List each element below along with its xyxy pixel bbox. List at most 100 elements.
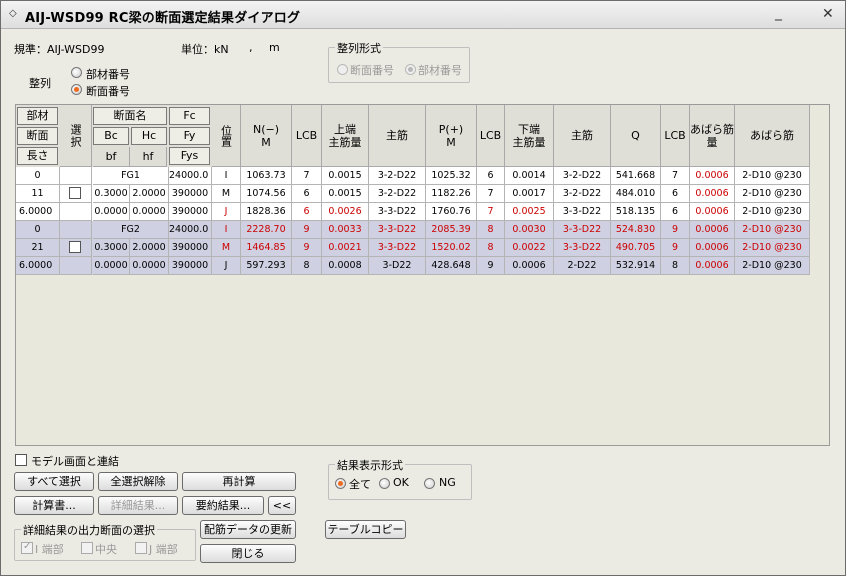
- update-rebar-button[interactable]: 配筋データの更新: [200, 520, 296, 539]
- result-cell-p: 1760.76: [426, 203, 477, 221]
- result-cell-sb: 2-D10 @230: [735, 203, 810, 221]
- result-cell-pos: M: [212, 185, 241, 203]
- unit-separator: ,: [249, 41, 253, 54]
- select-cell: [60, 185, 92, 203]
- result-all-radio[interactable]: [335, 478, 346, 489]
- result-cell-n: 1063.73: [241, 167, 292, 185]
- result-cell-ba: 0.0030: [505, 221, 554, 239]
- minimize-icon[interactable]: _: [775, 5, 782, 21]
- result-cell-ta: 0.0026: [322, 203, 369, 221]
- detail-result-button[interactable]: 詳細結果...: [98, 496, 178, 515]
- table-row[interactable]: 6.0000 0.0000 0.0000 390000 J 597.293 8 0.0008 3…: [16, 257, 810, 275]
- format-section-radio[interactable]: [337, 64, 348, 75]
- fc-cell: 24000.0: [169, 167, 212, 185]
- deselect-all-button[interactable]: 全選択解除: [98, 472, 178, 491]
- checkmark-icon: ✓: [23, 541, 32, 552]
- result-cell-lcb1: 6: [292, 185, 322, 203]
- table-row[interactable]: 21 0.3000 2.0000 390000 M 1464.85 9 0.0021 3-3-D…: [16, 239, 810, 257]
- result-cell-pos: J: [212, 257, 241, 275]
- table-row[interactable]: 11 0.3000 2.0000 390000 M 1074.56 6 0.0015 3-2-D…: [16, 185, 810, 203]
- table-row[interactable]: 6.0000 0.0000 0.0000 390000 J 1828.36 6 0.0026 3…: [16, 203, 810, 221]
- fy-cell: 390000: [169, 239, 212, 257]
- header-bf: bf: [93, 147, 130, 167]
- close-icon[interactable]: ✕: [822, 6, 834, 22]
- result-cell-ba: 0.0017: [505, 185, 554, 203]
- sort-section-radio[interactable]: [71, 84, 82, 95]
- header-fc: Fc: [169, 107, 210, 125]
- collapse-button[interactable]: <<: [268, 496, 296, 515]
- link-model-label: モデル画面と連結: [31, 455, 119, 468]
- bc-cell: 0.3000: [93, 185, 130, 203]
- header-member: 部材: [17, 107, 58, 125]
- result-cell-p: 2085.39: [426, 221, 477, 239]
- header-p-plus-2: M: [446, 135, 456, 149]
- table-copy-button[interactable]: テーブルコピー: [325, 520, 406, 539]
- select-all-button[interactable]: すべて選択: [14, 472, 94, 491]
- result-cell-lcb1: 7: [292, 167, 322, 185]
- window-title: AIJ-WSD99 RC梁の断面選定結果ダイアログ: [25, 11, 301, 26]
- result-cell-lcb3: 7: [661, 167, 690, 185]
- header-p-plus-1: P(+): [438, 122, 464, 136]
- result-cell-pos: J: [212, 203, 241, 221]
- header-lcb-3: LCB: [661, 105, 690, 167]
- select-cell: [60, 203, 92, 221]
- header-select-text: 選択: [69, 123, 82, 148]
- header-top-1: 上端: [334, 122, 356, 136]
- result-ok-radio[interactable]: [379, 478, 390, 489]
- summary-result-button[interactable]: 要約結果...: [182, 496, 264, 515]
- table-row[interactable]: 0 FG2 24000.0 I 2228.70 9 0.0033 3-3-D22 2085.39…: [16, 221, 810, 239]
- result-cell-sb: 2-D10 @230: [735, 239, 810, 257]
- result-cell-sa: 0.0006: [690, 221, 735, 239]
- header-bottom-rebar: 主筋: [554, 105, 611, 167]
- result-cell-lcb1: 6: [292, 203, 322, 221]
- row-select-checkbox[interactable]: [69, 241, 81, 253]
- i-end-label: I 端部: [35, 543, 64, 556]
- header-bc: Bc: [93, 127, 129, 145]
- select-cell: [60, 239, 92, 257]
- recalculate-button[interactable]: 再計算: [182, 472, 296, 491]
- header-top-ratio: 上端 主筋量: [322, 105, 369, 167]
- member-cell: 0: [16, 221, 60, 239]
- result-cell-sa: 0.0006: [690, 185, 735, 203]
- link-model-checkbox[interactable]: [15, 454, 27, 466]
- sort-member-radio[interactable]: [71, 67, 82, 78]
- result-cell-ba: 0.0022: [505, 239, 554, 257]
- member-cell: 6.0000: [16, 257, 60, 275]
- center-checkbox[interactable]: [81, 542, 93, 554]
- fy-cell: 390000: [169, 185, 212, 203]
- select-cell: [60, 257, 92, 275]
- result-cell-lcb1: 9: [292, 239, 322, 257]
- result-cell-sb: 2-D10 @230: [735, 185, 810, 203]
- title-bar: ◇ AIJ-WSD99 RC梁の断面選定結果ダイアログ _ ✕: [1, 1, 845, 29]
- result-cell-lcb3: 6: [661, 203, 690, 221]
- member-cell: 11: [16, 185, 60, 203]
- header-fys: Fys: [169, 147, 210, 165]
- result-cell-sb: 2-D10 @230: [735, 167, 810, 185]
- result-cell-tm: 3-2-D22: [369, 167, 426, 185]
- result-cell-n: 1464.85: [241, 239, 292, 257]
- result-cell-sb: 2-D10 @230: [735, 221, 810, 239]
- header-position-text: 位置: [219, 124, 233, 147]
- format-member-radio[interactable]: [405, 64, 416, 75]
- window-menu-icon[interactable]: ◇: [9, 8, 17, 19]
- result-cell-q: 490.705: [611, 239, 661, 257]
- i-end-checkbox[interactable]: ✓: [21, 541, 33, 554]
- result-cell-lcb1: 8: [292, 257, 322, 275]
- header-top-2: 主筋量: [328, 135, 362, 149]
- close-button[interactable]: 閉じる: [200, 544, 296, 563]
- header-select: 選択: [60, 105, 92, 167]
- table-row[interactable]: 0 FG1 24000.0 I 1063.73 7 0.0015 3-2-D22 1025.32…: [16, 167, 810, 185]
- result-cell-q: 484.010: [611, 185, 661, 203]
- result-cell-n: 597.293: [241, 257, 292, 275]
- result-ng-radio[interactable]: [424, 478, 435, 489]
- result-cell-tm: 3-3-D22: [369, 239, 426, 257]
- header-lcb-2: LCB: [477, 105, 505, 167]
- center-label: 中央: [95, 543, 117, 556]
- section-name-cell: FG2: [93, 221, 169, 239]
- header-n-minus-2: M: [261, 135, 271, 149]
- j-end-checkbox[interactable]: [135, 542, 147, 554]
- result-cell-tm: 3-3-D22: [369, 203, 426, 221]
- result-table[interactable]: 部材 断面 長さ 選択 断面名 Bc Hc bf hf Fc Fy Fys 位置…: [15, 104, 830, 446]
- report-button[interactable]: 計算書...: [14, 496, 94, 515]
- row-select-checkbox[interactable]: [69, 187, 81, 199]
